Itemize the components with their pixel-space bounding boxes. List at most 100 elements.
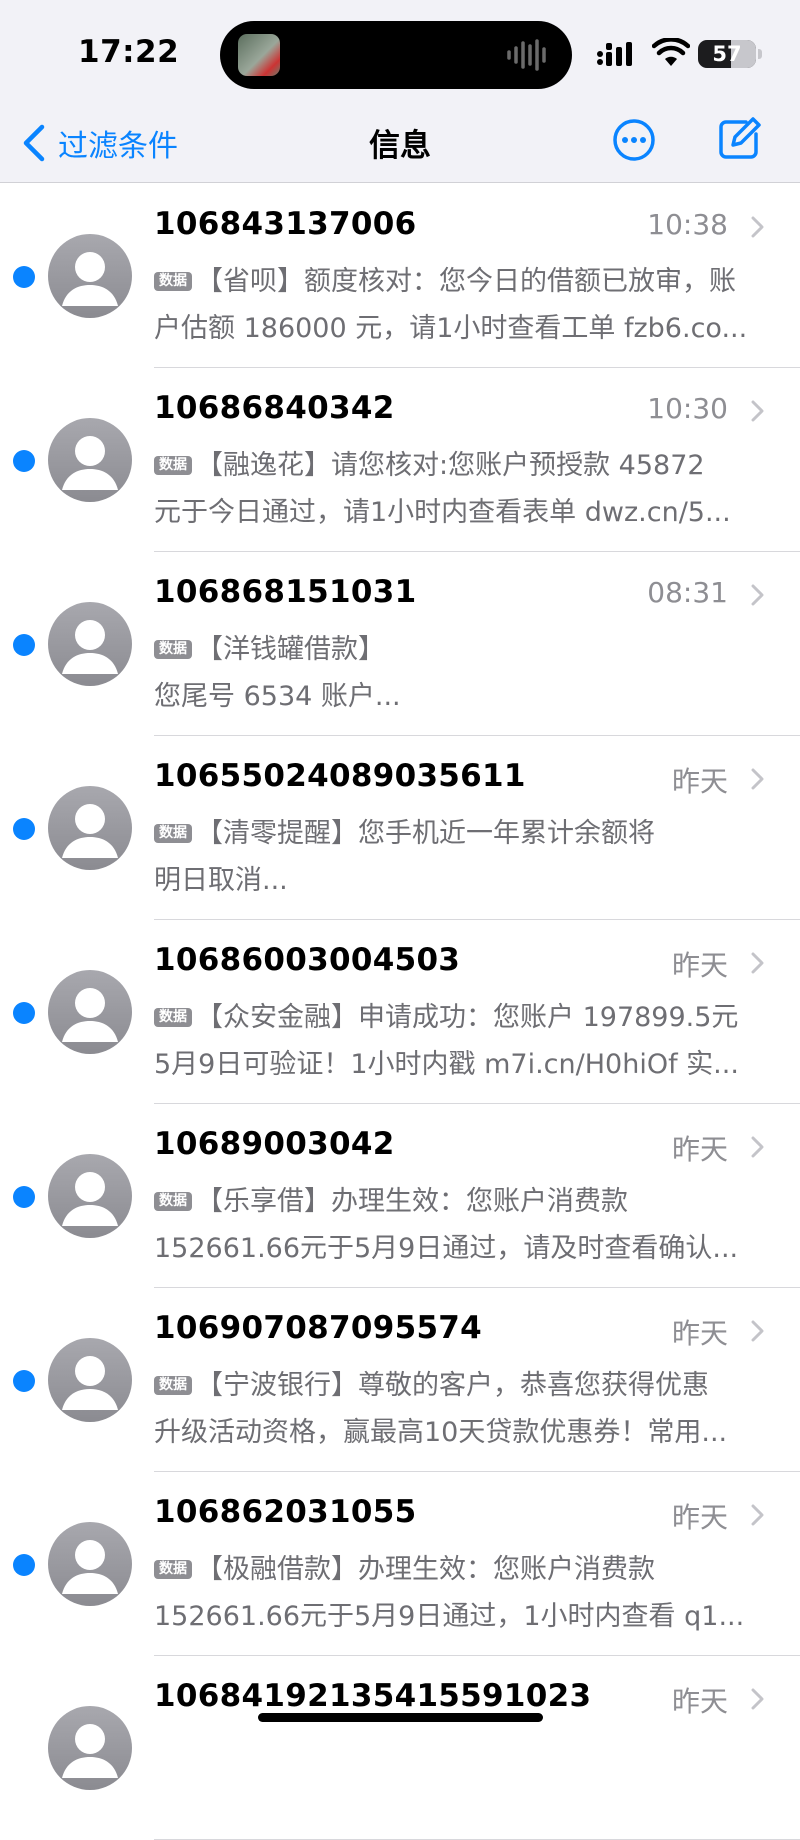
contact-avatar-icon [48, 1338, 132, 1422]
contact-avatar-icon [48, 970, 132, 1054]
back-label: 过滤条件 [58, 129, 178, 164]
message-time: 昨天 [671, 1685, 728, 1718]
message-time: 昨天 [671, 1133, 728, 1166]
preview-line-2: 元于今日通过，请1小时内查看表单 dwz.cn/5... [154, 497, 731, 528]
chevron-right-icon [751, 584, 764, 606]
contact-avatar-icon [48, 602, 132, 686]
sender-number: 10689003042 [154, 1126, 395, 1162]
dynamic-island[interactable] [220, 21, 572, 89]
data-badge: 数据 [154, 1560, 192, 1579]
data-badge: 数据 [154, 1376, 192, 1395]
wifi-icon [652, 38, 690, 66]
data-badge: 数据 [154, 824, 192, 843]
message-row[interactable]: 10686003004503 昨天 数据 【众安金融】申请成功：您账户 19789… [0, 920, 800, 1104]
message-row[interactable]: 106843137006 10:38 数据 【省呗】额度核对：您今日的借额已放审，… [0, 184, 800, 368]
contact-avatar-icon [48, 418, 132, 502]
message-time: 10:38 [647, 208, 728, 241]
message-time: 昨天 [671, 1501, 728, 1534]
message-preview: 数据 【宁波银行】尊敬的客户，恭喜您获得优惠 升级活动资格，赢最高10天贷款优惠券… [154, 1362, 764, 1456]
unread-dot [13, 634, 35, 656]
unread-dot [13, 1370, 35, 1392]
sender-number: 106868151031 [154, 574, 417, 610]
cellular-signal-icon [597, 42, 632, 66]
message-time: 昨天 [671, 949, 728, 982]
message-row[interactable]: 106862031055 昨天 数据 【极融借款】办理生效：您账户消费款 1526… [0, 1472, 800, 1656]
unread-dot [13, 1002, 35, 1024]
chevron-right-icon [751, 952, 764, 974]
preview-line-2: 户估额 186000 元，请1小时查看工单 fzb6.co... [154, 313, 748, 344]
back-button[interactable]: 过滤条件 [20, 118, 178, 168]
compose-icon[interactable] [716, 116, 762, 162]
chevron-right-icon [751, 768, 764, 790]
preview-line-1: 【洋钱罐借款】 [196, 634, 385, 665]
message-time: 10:30 [647, 392, 728, 425]
more-options-icon[interactable] [612, 118, 656, 162]
message-preview: 数据 【清零提醒】您手机近一年累计余额将 明日取消... [154, 810, 764, 904]
home-indicator[interactable] [258, 1713, 543, 1722]
chevron-right-icon [751, 216, 764, 238]
message-time: 昨天 [671, 765, 728, 798]
unread-dot [13, 1554, 35, 1576]
chevron-right-icon [751, 1688, 764, 1710]
data-badge: 数据 [154, 640, 192, 659]
preview-line-1: 【乐享借】办理生效：您账户消费款 [196, 1186, 628, 1217]
unread-dot [13, 266, 35, 288]
chevron-right-icon [751, 400, 764, 422]
message-preview: 数据 【乐享借】办理生效：您账户消费款 152661.66元于5月9日通过，请及时… [154, 1178, 764, 1272]
person-silhouette-icon [62, 1172, 118, 1226]
message-preview: 数据 【洋钱罐借款】 您尾号 6534 账户... [154, 626, 764, 720]
chevron-right-icon [751, 1136, 764, 1158]
message-row[interactable]: 106907087095574 昨天 数据 【宁波银行】尊敬的客户，恭喜您获得优惠… [0, 1288, 800, 1472]
sender-number: 10686840342 [154, 390, 395, 426]
contact-avatar-icon [48, 1706, 132, 1790]
person-silhouette-icon [62, 804, 118, 858]
sender-number: 10686003004503 [154, 942, 461, 978]
message-preview: 数据 【众安金融】申请成功：您账户 197899.5元 5月9日可验证！1小时内戳… [154, 994, 764, 1088]
message-list: 106843137006 10:38 数据 【省呗】额度核对：您今日的借额已放审，… [0, 184, 800, 1840]
status-time: 17:22 [78, 34, 180, 70]
chevron-left-icon [23, 124, 45, 162]
nav-bar: 过滤条件 信息 [0, 108, 800, 183]
preview-line-2: 升级活动资格，赢最高10天贷款优惠券！常用... [154, 1417, 728, 1448]
chevron-right-icon [751, 1504, 764, 1526]
data-badge: 数据 [154, 1192, 192, 1211]
person-silhouette-icon [62, 988, 118, 1042]
message-preview: 数据 【极融借款】办理生效：您账户消费款 152661.66元于5月9日通过，1小… [154, 1546, 764, 1640]
contact-avatar-icon [48, 786, 132, 870]
preview-line-1: 【极融借款】办理生效：您账户消费款 [196, 1554, 655, 1585]
contact-avatar-icon [48, 1154, 132, 1238]
contact-avatar-icon [48, 234, 132, 318]
data-badge: 数据 [154, 1008, 192, 1027]
message-row[interactable]: 106868151031 08:31 数据 【洋钱罐借款】 您尾号 6534 账户… [0, 552, 800, 736]
message-row[interactable]: 10655024089035611 昨天 数据 【清零提醒】您手机近一年累计余额将… [0, 736, 800, 920]
sender-number: 106907087095574 [154, 1310, 483, 1346]
now-playing-thumbnail [238, 34, 280, 76]
preview-line-2: 152661.66元于5月9日通过，请及时查看确认... [154, 1233, 739, 1264]
status-bar: 17:22 57 [0, 0, 800, 108]
person-silhouette-icon [62, 436, 118, 490]
battery-tip [758, 49, 762, 59]
battery-icon: 57 [698, 40, 756, 68]
preview-line-2: 您尾号 6534 账户... [154, 681, 401, 712]
preview-line-1: 【众安金融】申请成功：您账户 197899.5元 [196, 1002, 739, 1033]
unread-dot [13, 1186, 35, 1208]
message-row[interactable]: 10689003042 昨天 数据 【乐享借】办理生效：您账户消费款 152661… [0, 1104, 800, 1288]
sender-number: 10655024089035611 [154, 758, 526, 794]
contact-avatar-icon [48, 1522, 132, 1606]
message-row[interactable]: 10686840342 10:30 数据 【融逸花】请您核对:您账户预授款 458… [0, 368, 800, 552]
chevron-right-icon [751, 1320, 764, 1342]
sender-number: 106843137006 [154, 206, 417, 242]
unread-dot [13, 450, 35, 472]
person-silhouette-icon [62, 1724, 118, 1778]
unread-dot [13, 818, 35, 840]
person-silhouette-icon [62, 620, 118, 674]
person-silhouette-icon [62, 252, 118, 306]
audio-waveform-icon [507, 39, 546, 71]
person-silhouette-icon [62, 1356, 118, 1410]
preview-line-1: 【清零提醒】您手机近一年累计余额将 [196, 818, 655, 849]
preview-line-2: 152661.66元于5月9日通过，1小时内查看 q1... [154, 1601, 745, 1632]
message-row[interactable]: 10684192135415591023 昨天 [0, 1656, 800, 1840]
preview-line-1: 【融逸花】请您核对:您账户预授款 45872 [196, 450, 705, 481]
preview-line-2: 5月9日可验证！1小时内戳 m7i.cn/H0hiOf 实... [154, 1049, 739, 1080]
message-preview: 数据 【融逸花】请您核对:您账户预授款 45872 元于今日通过，请1小时内查看表… [154, 442, 764, 536]
